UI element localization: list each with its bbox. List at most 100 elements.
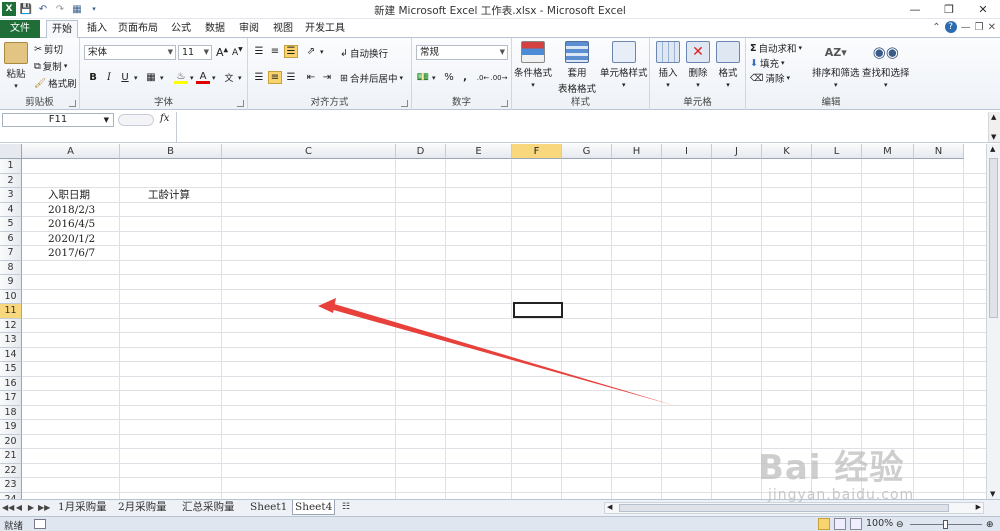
fill-color-button[interactable]: ♨ ▾ (174, 71, 194, 84)
cell-A6[interactable]: 2020/1/2 (48, 232, 95, 246)
align-right-button[interactable]: ☰ (284, 71, 298, 84)
tab-data[interactable]: 数据 (200, 20, 230, 38)
bold-button[interactable]: B (86, 71, 100, 84)
format-painter-button[interactable]: 🖌 格式刷 (34, 76, 77, 91)
row-header-13[interactable]: 13 (0, 333, 22, 348)
borders-button[interactable]: ▦ ▾ (144, 71, 163, 84)
font-name-select[interactable]: 宋体 ▼ (84, 45, 176, 60)
zoom-slider-thumb[interactable] (943, 520, 948, 529)
column-header-D[interactable]: D (396, 144, 446, 159)
workbook-restore-icon[interactable]: ❐ (975, 22, 984, 33)
decrease-decimal-button[interactable]: .00→ (491, 71, 508, 84)
column-header-L[interactable]: L (812, 144, 862, 159)
selected-cell-F11[interactable] (513, 302, 563, 318)
merge-center-button[interactable]: ⊞ 合并后居中 ▾ (340, 71, 403, 86)
restore-button[interactable]: ❐ (932, 0, 966, 19)
row-header-22[interactable]: 22 (0, 463, 22, 478)
orientation-button[interactable]: ⇗ ▾ (304, 45, 324, 58)
row-header-16[interactable]: 16 (0, 376, 22, 391)
cell-A3[interactable]: 入职日期 (48, 188, 90, 202)
sheet-tab-1[interactable]: 1月采购量 (56, 500, 109, 515)
minimize-ribbon-icon[interactable]: ⌃ (932, 22, 940, 33)
cell-A7[interactable]: 2017/6/7 (48, 246, 95, 260)
worksheet-grid[interactable]: ABCDEFGHIJKLMN 1 2 3 4 5 6 7 8 9 10 11 12 13 14 15 16 17… (0, 144, 986, 499)
percent-button[interactable]: % (442, 71, 456, 84)
row-header-9[interactable]: 9 (0, 275, 22, 290)
increase-decimal-button[interactable]: .0← (476, 71, 490, 84)
cell-B3[interactable]: 工龄计算 (148, 188, 190, 202)
clipboard-launcher-icon[interactable] (69, 100, 76, 107)
row-header-5[interactable]: 5 (0, 217, 22, 232)
column-header-C[interactable]: C (222, 144, 396, 159)
row-header-2[interactable]: 2 (0, 173, 22, 188)
zoom-level[interactable]: 100% (866, 518, 893, 529)
workbook-close-icon[interactable]: ✕ (988, 22, 996, 33)
last-sheet-icon[interactable]: ▶▶ (38, 502, 50, 514)
column-header-F[interactable]: F (512, 144, 562, 159)
increase-indent-button[interactable]: ⇥ (320, 71, 334, 84)
sheet-tab-4[interactable]: Sheet1 (248, 500, 289, 515)
copy-button[interactable]: ⧉ 复制 ▾ (34, 59, 67, 74)
sort-filter-button[interactable]: AZ▾ 排序和筛选 ▾ (812, 41, 860, 90)
align-center-button[interactable]: ≡ (268, 71, 282, 84)
decrease-font-button[interactable]: A▼ (232, 46, 243, 58)
horizontal-scroll-thumb[interactable] (619, 504, 949, 512)
align-top-button[interactable]: ☰ (252, 45, 266, 58)
scroll-left-icon[interactable]: ◀ (607, 503, 612, 511)
clear-button[interactable]: ⌫ 清除 ▾ (750, 71, 790, 86)
insert-sheet-icon[interactable]: ☷ (340, 500, 352, 515)
zoom-out-icon[interactable]: ⊖ (896, 520, 904, 530)
vertical-scroll-thumb[interactable] (989, 158, 998, 318)
sheet-tab-5[interactable]: Sheet4 (292, 500, 336, 515)
row-header-12[interactable]: 12 (0, 318, 22, 333)
macro-record-icon[interactable] (34, 519, 46, 529)
comma-button[interactable]: , (458, 71, 472, 84)
minimize-button[interactable]: — (898, 0, 932, 19)
scroll-up-icon[interactable]: ▲ (990, 145, 995, 153)
align-left-button[interactable]: ☰ (252, 71, 266, 84)
help-icon[interactable]: ? (944, 21, 957, 33)
font-color-button[interactable]: A ▾ (196, 71, 216, 84)
font-size-select[interactable]: 11 ▼ (178, 45, 212, 60)
row-header-1[interactable]: 1 (0, 159, 22, 174)
zoom-in-icon[interactable]: ⊕ (986, 520, 994, 530)
insert-function-button[interactable]: fx (160, 113, 169, 124)
row-header-19[interactable]: 19 (0, 420, 22, 435)
sheet-tab-3[interactable]: 汇总采购量 (180, 500, 237, 515)
row-header-7[interactable]: 7 (0, 246, 22, 261)
row-header-18[interactable]: 18 (0, 405, 22, 420)
conditional-format-button[interactable]: 条件格式 ▾ (514, 41, 552, 89)
page-layout-view-icon[interactable] (834, 518, 846, 530)
align-bottom-button[interactable]: ☰ (284, 45, 298, 58)
autosum-button[interactable]: Σ 自动求和 ▾ (750, 41, 802, 56)
vertical-scrollbar[interactable]: ▲ ▼ (986, 144, 1000, 499)
find-select-button[interactable]: ◉◉ 查找和选择 ▾ (862, 41, 910, 89)
column-header-B[interactable]: B (120, 144, 222, 159)
formula-bar-expand[interactable]: ▲ ▼ (988, 112, 1000, 142)
row-header-8[interactable]: 8 (0, 260, 22, 275)
row-header-4[interactable]: 4 (0, 202, 22, 217)
align-middle-button[interactable]: ≡ (268, 45, 282, 58)
column-header-E[interactable]: E (446, 144, 512, 159)
delete-cells-button[interactable]: ✕ 删除 ▾ (686, 41, 710, 89)
next-sheet-icon[interactable]: ▶ (26, 502, 36, 514)
row-header-15[interactable]: 15 (0, 362, 22, 377)
alignment-launcher-icon[interactable] (401, 100, 408, 107)
tab-developer[interactable]: 开发工具 (302, 20, 348, 38)
paste-button[interactable]: 粘贴 ▾ (4, 42, 28, 90)
row-header-3[interactable]: 3 (0, 188, 22, 203)
tab-review[interactable]: 审阅 (234, 20, 264, 38)
cell-styles-button[interactable]: 单元格样式 ▾ (600, 41, 648, 89)
decrease-indent-button[interactable]: ⇤ (304, 71, 318, 84)
column-header-H[interactable]: H (612, 144, 662, 159)
column-header-I[interactable]: I (662, 144, 712, 159)
cell-A4[interactable]: 2018/2/3 (48, 203, 95, 217)
select-all-corner[interactable] (0, 144, 22, 159)
row-header-17[interactable]: 17 (0, 391, 22, 406)
font-launcher-icon[interactable] (237, 100, 244, 107)
row-header-23[interactable]: 23 (0, 478, 22, 493)
accounting-format-button[interactable]: 💵 ▾ (416, 71, 436, 84)
close-button[interactable]: ✕ (966, 0, 1000, 19)
name-box[interactable]: F11 ▼ (2, 113, 114, 127)
tab-page-layout[interactable]: 页面布局 (116, 20, 160, 38)
